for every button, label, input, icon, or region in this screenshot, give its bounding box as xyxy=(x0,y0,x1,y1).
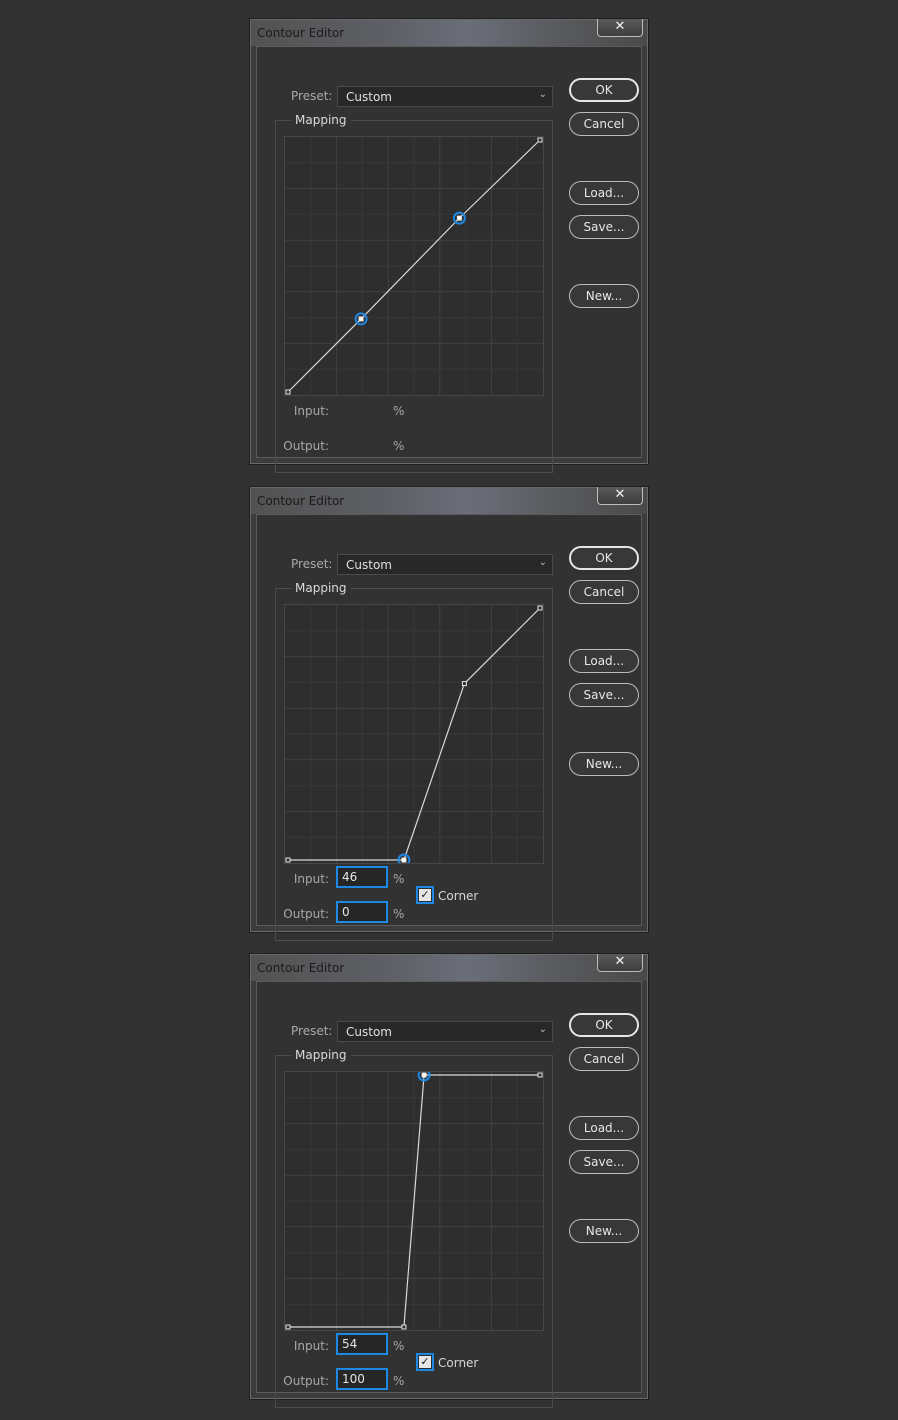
input-field[interactable]: 54 xyxy=(336,1333,388,1355)
curve-control-point[interactable] xyxy=(401,857,407,863)
curve-control-point[interactable] xyxy=(537,605,543,611)
input-percent: % xyxy=(393,872,405,886)
output-percent: % xyxy=(393,907,405,921)
checkmark-icon: ✓ xyxy=(419,888,431,901)
cancel-button[interactable]: Cancel xyxy=(569,1047,639,1071)
input-field[interactable]: 46 xyxy=(336,866,388,888)
curve-control-point[interactable] xyxy=(285,857,291,863)
mapping-label: Mapping xyxy=(291,1048,351,1062)
curve-control-point[interactable] xyxy=(401,1324,407,1330)
dialog-body: Preset: Custom ⌄ Mapping Input: Output: … xyxy=(256,514,642,941)
dialog-title: Contour Editor xyxy=(257,494,345,508)
corner-checkbox[interactable]: ✓ xyxy=(416,1353,434,1371)
curve-control-point[interactable] xyxy=(537,1072,543,1078)
dialog-title: Contour Editor xyxy=(257,961,345,975)
preset-value: Custom xyxy=(346,1025,392,1039)
title-bar[interactable]: Contour Editor ✕ xyxy=(251,487,647,514)
input-percent: % xyxy=(393,1339,405,1353)
close-icon: ✕ xyxy=(614,954,626,969)
curve-control-point[interactable] xyxy=(537,137,543,143)
input-label: Input: xyxy=(293,872,329,886)
save-button[interactable]: Save... xyxy=(569,1150,639,1174)
corner-label: Corner xyxy=(438,889,479,903)
close-button[interactable]: ✕ xyxy=(597,954,643,972)
close-icon: ✕ xyxy=(614,19,626,34)
dialog-body: Preset: Custom ⌄ Mapping Input: Output: … xyxy=(256,46,642,473)
contour-editor-dialog-2: Contour Editor ✕ Preset: Custom ⌄ Mappin… xyxy=(249,486,649,941)
mapping-graph[interactable] xyxy=(284,1071,544,1331)
output-field[interactable]: 100 xyxy=(336,1368,388,1390)
new-button[interactable]: New... xyxy=(569,284,639,308)
output-label: Output: xyxy=(283,439,329,453)
load-button[interactable]: Load... xyxy=(569,181,639,205)
preset-value: Custom xyxy=(346,90,392,104)
ok-button[interactable]: OK xyxy=(569,546,639,570)
close-button[interactable]: ✕ xyxy=(597,19,643,37)
save-button[interactable]: Save... xyxy=(569,683,639,707)
contour-editor-dialog-1: Contour Editor ✕ Preset: Custom ⌄ Mappin… xyxy=(249,18,649,473)
preset-label: Preset: xyxy=(291,1024,333,1038)
new-button[interactable]: New... xyxy=(569,1219,639,1243)
title-bar[interactable]: Contour Editor ✕ xyxy=(251,19,647,46)
input-percent: % xyxy=(393,404,405,418)
dialog-body: Preset: Custom ⌄ Mapping Input: Output: … xyxy=(256,981,642,1408)
output-field[interactable]: 0 xyxy=(336,901,388,923)
output-label: Output: xyxy=(283,907,329,921)
mapping-curve-canvas[interactable] xyxy=(285,605,543,863)
cancel-button[interactable]: Cancel xyxy=(569,112,639,136)
chevron-down-icon: ⌄ xyxy=(538,1024,547,1035)
curve-control-point[interactable] xyxy=(285,389,291,395)
curve-control-point[interactable] xyxy=(358,316,364,322)
contour-editor-dialog-3: Contour Editor ✕ Preset: Custom ⌄ Mappin… xyxy=(249,953,649,1408)
new-button[interactable]: New... xyxy=(569,752,639,776)
mapping-graph[interactable] xyxy=(284,604,544,864)
title-bar[interactable]: Contour Editor ✕ xyxy=(251,954,647,981)
ok-button[interactable]: OK xyxy=(569,1013,639,1037)
chevron-down-icon: ⌄ xyxy=(538,557,547,568)
output-percent: % xyxy=(393,1374,405,1388)
mapping-curve-canvas[interactable] xyxy=(285,137,543,395)
load-button[interactable]: Load... xyxy=(569,1116,639,1140)
preset-value: Custom xyxy=(346,558,392,572)
load-button[interactable]: Load... xyxy=(569,649,639,673)
preset-dropdown[interactable]: Custom ⌄ xyxy=(337,1021,553,1042)
preset-label: Preset: xyxy=(291,557,333,571)
mapping-graph[interactable] xyxy=(284,136,544,396)
close-icon: ✕ xyxy=(614,487,626,502)
mapping-label: Mapping xyxy=(291,581,351,595)
curve-control-point[interactable] xyxy=(461,681,467,687)
output-label: Output: xyxy=(283,1374,329,1388)
chevron-down-icon: ⌄ xyxy=(538,89,547,100)
checkmark-icon: ✓ xyxy=(419,1355,431,1368)
preset-dropdown[interactable]: Custom ⌄ xyxy=(337,554,553,575)
output-percent: % xyxy=(393,439,405,453)
input-label: Input: xyxy=(293,1339,329,1353)
corner-checkbox[interactable]: ✓ xyxy=(416,886,434,904)
cancel-button[interactable]: Cancel xyxy=(569,580,639,604)
close-button[interactable]: ✕ xyxy=(597,487,643,505)
curve-control-point[interactable] xyxy=(421,1072,427,1078)
input-label: Input: xyxy=(293,404,329,418)
mapping-label: Mapping xyxy=(291,113,351,127)
ok-button[interactable]: OK xyxy=(569,78,639,102)
dialog-title: Contour Editor xyxy=(257,26,345,40)
preset-label: Preset: xyxy=(291,89,333,103)
save-button[interactable]: Save... xyxy=(569,215,639,239)
preset-dropdown[interactable]: Custom ⌄ xyxy=(337,86,553,107)
corner-label: Corner xyxy=(438,1356,479,1370)
curve-control-point[interactable] xyxy=(285,1324,291,1330)
curve-control-point[interactable] xyxy=(456,215,462,221)
mapping-curve-canvas[interactable] xyxy=(285,1072,543,1330)
